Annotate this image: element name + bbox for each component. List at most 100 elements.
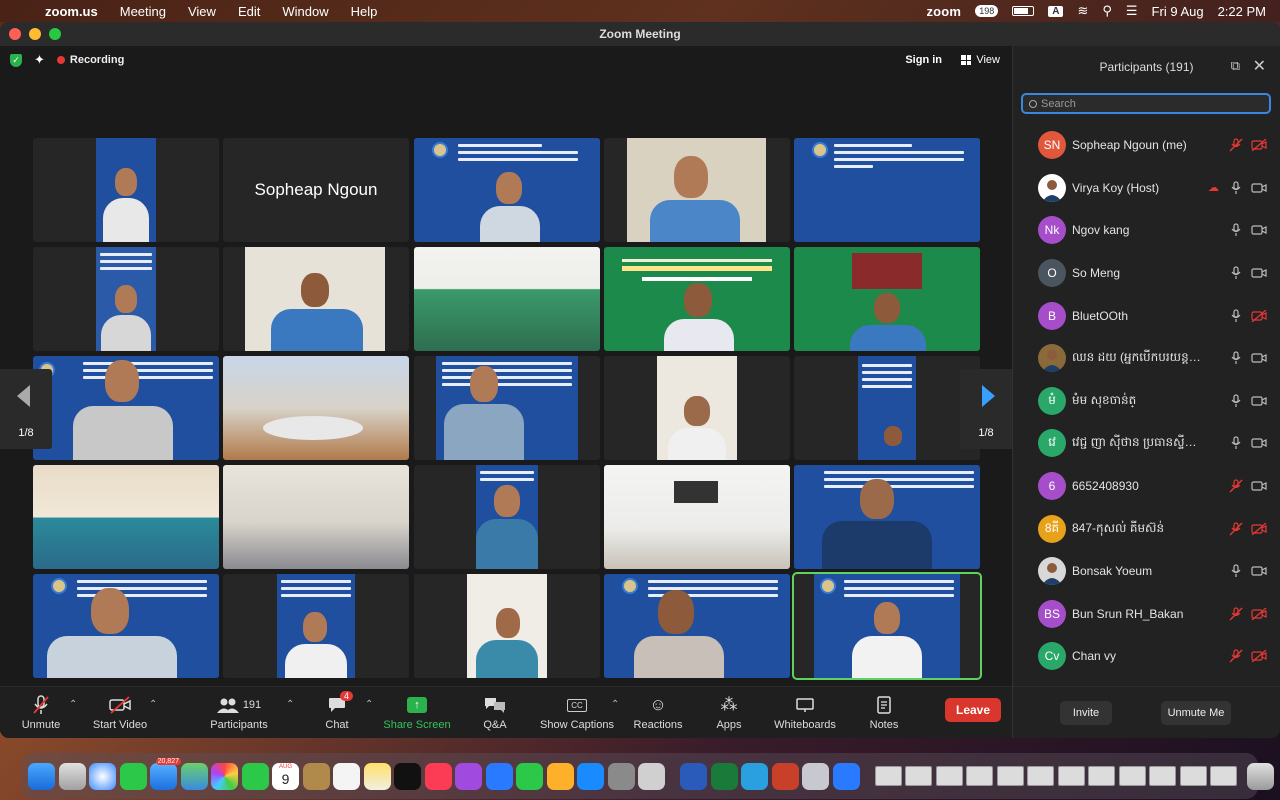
sign-in-button[interactable]: Sign in: [905, 54, 942, 66]
video-tile[interactable]: [794, 138, 980, 242]
status-badge[interactable]: 198: [975, 5, 999, 17]
video-tile[interactable]: [414, 138, 600, 242]
participant-row[interactable]: BS Bun Srun RH_Bakan: [1013, 593, 1280, 636]
mic-muted-icon[interactable]: [1229, 479, 1243, 493]
input-source-icon[interactable]: A: [1048, 5, 1064, 17]
mic-icon[interactable]: [1229, 351, 1243, 365]
video-tile[interactable]: Sopheap Ngoun: [223, 138, 409, 242]
mic-icon[interactable]: [1229, 436, 1243, 450]
battery-icon[interactable]: [1012, 6, 1035, 16]
search-box[interactable]: [1021, 93, 1271, 114]
mic-icon[interactable]: [1229, 181, 1243, 195]
pages-icon[interactable]: [546, 762, 574, 790]
camera-off-icon[interactable]: [1251, 649, 1267, 663]
video-tile-active-speaker[interactable]: [792, 572, 982, 680]
video-tile[interactable]: [414, 465, 600, 569]
close-icon[interactable]: ✕: [1253, 56, 1266, 76]
finder-icon[interactable]: [28, 762, 55, 790]
system-settings-icon[interactable]: [607, 762, 635, 790]
camera-icon[interactable]: [1251, 352, 1267, 364]
telegram-icon[interactable]: [741, 762, 768, 790]
menu-app-name[interactable]: zoom.us: [34, 4, 109, 19]
participant-list[interactable]: SN Sopheap Ngoun (me) Virya Koy (Host) ☁ Nk N…: [1013, 124, 1280, 686]
close-window-button[interactable]: [9, 28, 21, 40]
participant-row[interactable]: 8គី 847-កុសល់ គីមស៊ន់: [1013, 507, 1280, 550]
apps-button[interactable]: ⁂ Apps: [712, 693, 746, 731]
camera-icon[interactable]: [1251, 437, 1267, 449]
podcasts-icon[interactable]: [455, 762, 482, 790]
menu-date[interactable]: Fri 9 Aug: [1152, 4, 1204, 19]
view-button[interactable]: View: [961, 54, 1000, 66]
menu-edit[interactable]: Edit: [227, 4, 271, 19]
notes-app-icon[interactable]: [363, 762, 391, 790]
safari-icon[interactable]: [89, 762, 116, 790]
camera-icon[interactable]: [1251, 565, 1267, 577]
menu-help[interactable]: Help: [340, 4, 389, 19]
video-tile[interactable]: [604, 356, 790, 460]
music-icon[interactable]: [424, 762, 452, 790]
contacts-icon[interactable]: [302, 762, 330, 790]
zoom-dock-icon[interactable]: [832, 762, 860, 790]
messages-icon[interactable]: [119, 762, 147, 790]
recent-document-thumbnail[interactable]: [966, 766, 993, 786]
menu-time[interactable]: 2:22 PM: [1218, 4, 1266, 19]
video-tile[interactable]: [33, 574, 219, 678]
participant-row[interactable]: 6 6652408930: [1013, 465, 1280, 508]
participant-row[interactable]: Nk Ngov kang: [1013, 209, 1280, 252]
mic-icon[interactable]: [1229, 309, 1243, 323]
camera-off-icon[interactable]: [1251, 138, 1267, 152]
video-tile[interactable]: [223, 356, 409, 460]
camera-icon[interactable]: [1251, 267, 1267, 279]
trash-icon[interactable]: [1246, 762, 1274, 790]
launchpad-icon[interactable]: [58, 762, 86, 790]
mic-muted-icon[interactable]: [1229, 522, 1243, 536]
participant-row[interactable]: Cv Chan vy: [1013, 635, 1280, 678]
mic-icon[interactable]: [1229, 266, 1243, 280]
menu-meeting[interactable]: Meeting: [109, 4, 177, 19]
spotlight-search-icon[interactable]: ⚲: [1102, 3, 1112, 19]
mail-icon[interactable]: 20,827: [150, 757, 181, 790]
video-tile[interactable]: [33, 247, 219, 351]
menu-window[interactable]: Window: [271, 4, 339, 19]
video-tile[interactable]: [794, 356, 980, 460]
numbers-icon[interactable]: [516, 762, 543, 790]
mic-icon[interactable]: [1229, 394, 1243, 408]
mic-muted-icon[interactable]: [1229, 138, 1243, 152]
previous-page-button[interactable]: 1/8: [0, 369, 52, 449]
video-tile[interactable]: [414, 574, 600, 678]
video-tile[interactable]: [33, 465, 219, 569]
video-tile[interactable]: [33, 356, 219, 460]
recent-document-thumbnail[interactable]: [1149, 766, 1176, 786]
invite-button[interactable]: Invite: [1060, 701, 1112, 725]
video-tile[interactable]: [33, 138, 219, 242]
mic-icon[interactable]: [1229, 223, 1243, 237]
encryption-shield-icon[interactable]: ✓: [10, 53, 22, 67]
unmute-button[interactable]: Unmute: [18, 693, 64, 731]
chat-button[interactable]: 4 Chat: [318, 691, 356, 731]
camera-off-icon[interactable]: [1251, 607, 1267, 621]
show-captions-button[interactable]: CC Show Captions: [536, 693, 618, 731]
recent-document-thumbnail[interactable]: [996, 766, 1024, 786]
recent-document-thumbnail[interactable]: [905, 766, 932, 786]
word-icon[interactable]: [680, 762, 707, 790]
camera-off-icon[interactable]: [1251, 309, 1267, 323]
video-tile[interactable]: [604, 574, 790, 678]
video-tile[interactable]: [794, 247, 980, 351]
fullscreen-window-button[interactable]: [49, 28, 61, 40]
camera-icon[interactable]: [1251, 395, 1267, 407]
recent-document-thumbnail[interactable]: [1179, 766, 1207, 786]
excel-icon[interactable]: [710, 762, 738, 790]
recent-document-thumbnail[interactable]: [1027, 766, 1054, 786]
participant-row[interactable]: B BluetOOth: [1013, 294, 1280, 337]
qa-button[interactable]: Q&A: [478, 693, 512, 731]
apple-tv-icon[interactable]: [394, 762, 421, 790]
participant-row[interactable]: មំ មំម សុខចាន់ត្: [1013, 380, 1280, 423]
recent-document-thumbnail[interactable]: [935, 766, 963, 786]
preview-icon[interactable]: [802, 762, 829, 790]
camera-icon[interactable]: [1251, 182, 1267, 194]
video-tile[interactable]: [223, 574, 409, 678]
participants-button[interactable]: 191 Participants: [206, 693, 272, 731]
zoom-status-item[interactable]: zoom: [926, 4, 961, 19]
participant-row[interactable]: O So Meng: [1013, 252, 1280, 295]
keynote-icon[interactable]: [485, 762, 513, 790]
